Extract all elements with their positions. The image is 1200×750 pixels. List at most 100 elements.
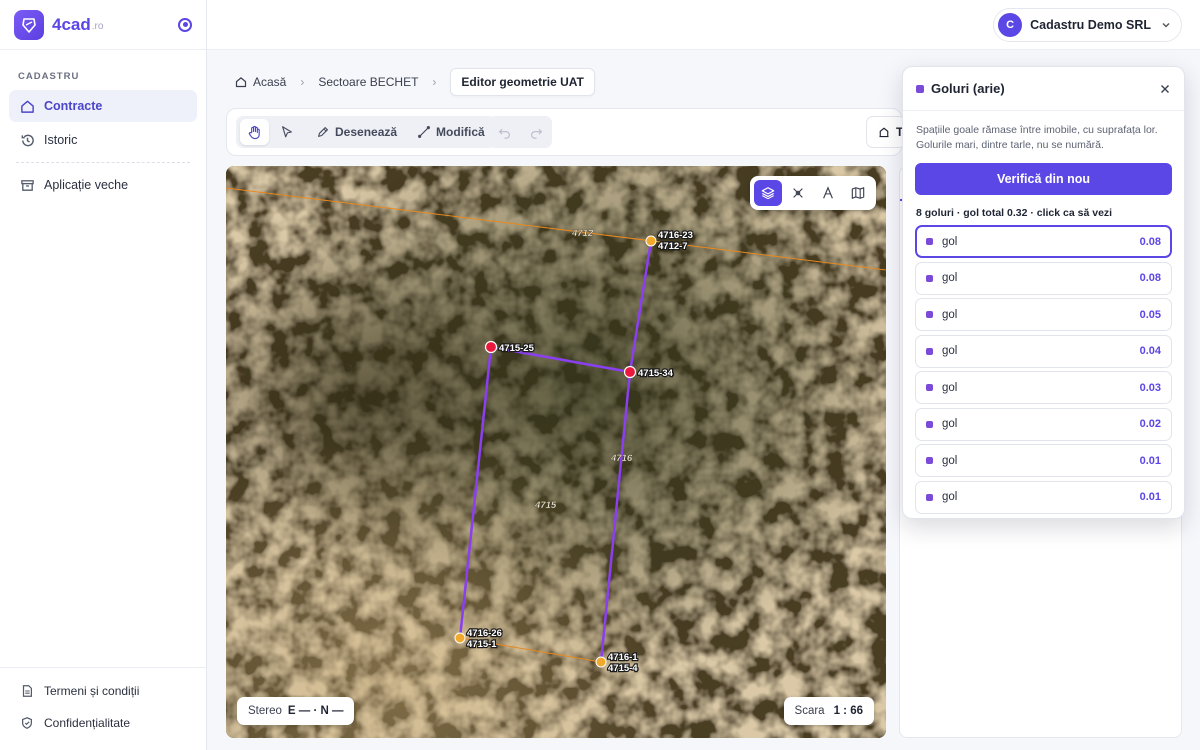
brand-tld: .ro (91, 21, 104, 32)
gap-color-icon (926, 420, 933, 428)
sidebar-item-istoric[interactable]: Istoric (9, 124, 197, 156)
sidebar-toggle-icon[interactable] (178, 17, 192, 32)
gap-color-icon (926, 384, 933, 391)
stereo-readout: Stereo E — · N — (237, 697, 355, 725)
account-name: Cadastru Demo SRL (1030, 18, 1151, 32)
edit-line-icon (417, 125, 431, 139)
vertex-marker[interactable] (623, 365, 637, 379)
top-bar: C Cadastru Demo SRL (207, 0, 1200, 50)
vertex-label: 4716-1 (608, 652, 638, 663)
gap-area-value: 0.01 (1139, 491, 1161, 503)
home-icon (235, 76, 247, 88)
parcel-edge[interactable] (628, 240, 653, 373)
layers-icon[interactable] (754, 180, 782, 206)
map-icon[interactable] (844, 180, 872, 206)
gap-color-icon (926, 457, 933, 464)
vertex-marker[interactable] (454, 632, 466, 644)
parcel-edge[interactable] (458, 346, 493, 639)
gap-list-item[interactable]: gol 0.08 (915, 261, 1172, 295)
gap-area-value: 0.04 (1139, 345, 1161, 357)
gap-area-value: 0.08 (1139, 235, 1161, 248)
parcel-edge[interactable] (490, 345, 632, 663)
building-icon (878, 126, 890, 138)
gap-area-value: 0.01 (1139, 454, 1161, 467)
gap-list-item[interactable]: gol 0.01 (915, 444, 1172, 477)
gap-list-item[interactable]: gol 0.05 (915, 298, 1172, 331)
toolbar-right-button[interactable]: T (866, 116, 906, 148)
close-icon[interactable] (1160, 81, 1170, 97)
gap-list-item[interactable]: gol 0.03 (915, 371, 1172, 404)
gap-list-item[interactable]: gol 0.08 (915, 225, 1172, 258)
sidebar-item-aplicatie-veche[interactable]: Aplicație veche (9, 169, 197, 201)
vertex-label: 4715-4 (608, 663, 638, 674)
gap-area-value: 0.08 (1139, 272, 1161, 284)
gap-color-icon (926, 311, 933, 318)
modify-tool-button[interactable]: Modifică (410, 119, 492, 145)
sidebar-item-label: Contracte (44, 99, 103, 113)
gaps-panel-title: Goluri (arie) (931, 81, 1005, 96)
gap-label: gol (942, 272, 958, 284)
sidebar-item-label: Termeni și condiții (44, 684, 140, 698)
redo-icon[interactable] (530, 126, 543, 139)
vertex-label: 4716-23 (658, 230, 693, 241)
vertex-label: 4715-25 (499, 343, 535, 354)
pan-tool-button[interactable] (240, 119, 269, 145)
account-menu[interactable]: C Cadastru Demo SRL (993, 8, 1182, 42)
vertex-label: 4715-34 (638, 368, 674, 379)
gap-area-value: 0.02 (1139, 418, 1161, 430)
stereo-value: E — · N — (287, 705, 344, 717)
gap-area-value: 0.05 (1139, 308, 1161, 321)
gap-list-item[interactable]: gol 0.01 (915, 480, 1172, 514)
sidebar-footer: Termeni și condiții Confidențialitate (0, 667, 206, 750)
gap-area-value: 0.03 (1139, 381, 1161, 394)
sidebar: 4cad .ro CADASTRU Contracte Istoric Apli… (0, 0, 207, 750)
select-tool-button[interactable] (273, 119, 301, 145)
gap-label: gol (942, 308, 958, 321)
breadcrumb-sectoare[interactable]: Sectoare BECHET (318, 75, 418, 89)
logo-icon[interactable] (14, 9, 44, 40)
pen-icon (316, 125, 330, 139)
sidebar-item-contracte[interactable]: Contracte (9, 90, 197, 122)
gap-label: gol (942, 345, 958, 357)
parcel-label-4712: 4712 (571, 228, 594, 239)
brand-name: 4cad (52, 14, 91, 34)
undo-icon[interactable] (498, 126, 511, 139)
sidebar-item-label: Istoric (44, 133, 78, 147)
document-icon (19, 683, 35, 699)
intersect-icon[interactable] (784, 180, 812, 206)
draw-tool-button[interactable]: Desenează (309, 119, 404, 145)
scale-value: 1 : 66 (833, 705, 863, 717)
breadcrumb-current: Editor geometrie UAT (450, 68, 595, 96)
gaps-summary: 8 goluri · gol total 0.32 · click ca să … (916, 207, 1113, 219)
chevron-right-icon: › (300, 75, 305, 89)
gap-list-item[interactable]: gol 0.04 (915, 334, 1172, 368)
breadcrumb-home-label: Acasă (253, 75, 287, 89)
vertex-marker[interactable] (595, 656, 607, 668)
breadcrumb-home[interactable]: Acasă (235, 75, 286, 89)
verify-again-button[interactable]: Verifică din nou (915, 163, 1172, 195)
breadcrumb: Acasă › Sectoare BECHET › Editor geometr… (235, 68, 595, 96)
gap-label: gol (942, 418, 958, 430)
parcel-label-4716: 4716 (610, 453, 633, 464)
gap-list-item[interactable]: gol 0.02 (915, 407, 1172, 441)
gap-color-icon (916, 84, 924, 93)
gap-color-icon (926, 238, 933, 245)
sidebar-item-termeni[interactable]: Termeni și condiții (9, 676, 197, 706)
sidebar-section-label: CADASTRU (18, 71, 80, 82)
sidebar-divider (16, 162, 190, 163)
vertex-label: 4715-1 (467, 639, 497, 650)
scale-label: Scara (794, 705, 825, 717)
gap-label: gol (942, 381, 958, 394)
chevron-down-icon (1161, 18, 1171, 33)
shield-icon (19, 715, 35, 731)
gaps-list: gol 0.08 gol 0.08 gol 0.05 gol 0.04 gol 0.03 gol 0.… (903, 225, 1184, 514)
archive-icon (19, 177, 35, 193)
parcel-overlay: 4712 4716 4715 4716-23 4712-7 4715-25 47… (226, 187, 886, 675)
map-canvas[interactable]: 4712 4716 4715 4716-23 4712-7 4715-25 47… (226, 166, 886, 738)
vertex-marker[interactable] (484, 340, 498, 354)
sidebar-item-confidentialitate[interactable]: Confidențialitate (9, 708, 197, 738)
measure-icon[interactable] (814, 180, 842, 206)
vertex-marker[interactable] (645, 235, 657, 247)
gaps-panel-header: Goluri (arie) (903, 67, 1184, 111)
logo-row: 4cad .ro (0, 0, 206, 50)
